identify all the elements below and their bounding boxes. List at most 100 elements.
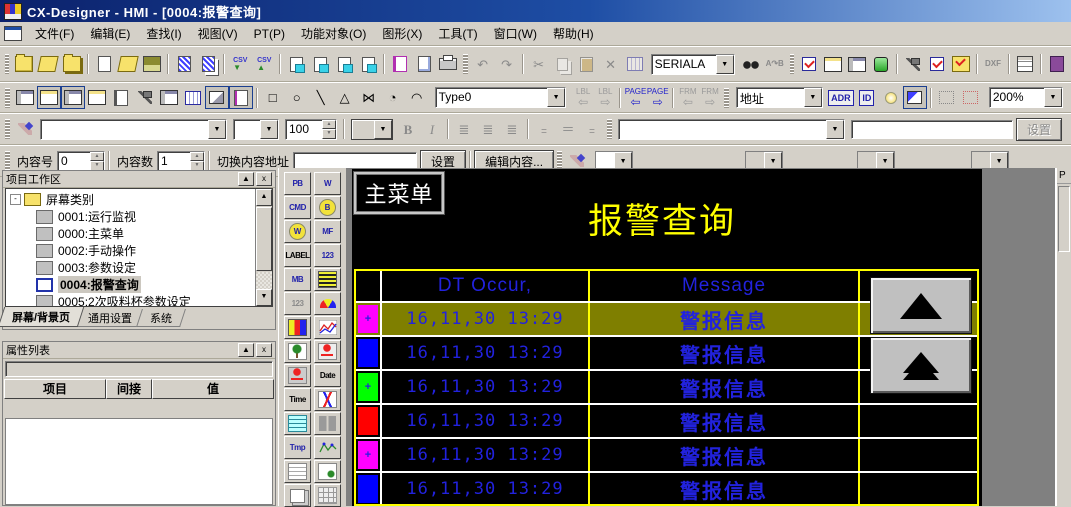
- tree-root-screens[interactable]: - 屏幕类别: [10, 191, 255, 208]
- palette-data-block-table[interactable]: [284, 412, 311, 435]
- alarm-scroll-top-button[interactable]: [870, 337, 972, 394]
- chevron-down-icon[interactable]: ▼: [804, 88, 822, 107]
- print-preview-button[interactable]: [412, 53, 436, 76]
- screen-property-button[interactable]: [172, 53, 196, 76]
- chevron-down-icon[interactable]: ▼: [1044, 88, 1062, 107]
- palette-multifunction[interactable]: MF: [314, 220, 341, 243]
- cascade-button[interactable]: [157, 86, 181, 109]
- property-col-item[interactable]: 项目: [4, 379, 106, 399]
- open-screen-button[interactable]: [116, 53, 140, 76]
- tab-system[interactable]: 系统: [136, 309, 186, 327]
- label-next-button[interactable]: LBL⇨: [594, 88, 616, 108]
- palette-frame[interactable]: [284, 484, 311, 507]
- font-name-combo[interactable]: ▼: [40, 119, 227, 140]
- palette-bit-lamp[interactable]: B: [314, 196, 341, 219]
- draw-arc-button[interactable]: ◠: [405, 86, 429, 109]
- toggle-object-edit-button[interactable]: [229, 86, 253, 109]
- symbol-set-combo[interactable]: SERIALA ▼: [651, 54, 735, 75]
- select-points-button[interactable]: [959, 86, 983, 109]
- csv-export-button[interactable]: CSV▼: [228, 53, 252, 76]
- main-menu-screen-button[interactable]: 主菜单: [354, 172, 444, 214]
- palette-level-meter[interactable]: [284, 316, 311, 339]
- print-button[interactable]: [436, 53, 460, 76]
- page-prev-button[interactable]: PAGE⇦: [624, 88, 646, 108]
- italic-button[interactable]: I: [420, 118, 444, 141]
- alarm-scroll-up-button[interactable]: [870, 277, 972, 334]
- simulator-button[interactable]: [821, 53, 845, 76]
- draw-line-button[interactable]: ╲: [309, 86, 333, 109]
- close-panel-button[interactable]: x: [256, 343, 272, 357]
- font-style-combo[interactable]: ▼: [233, 119, 279, 140]
- pt-option-check-button[interactable]: [797, 53, 821, 76]
- tree-item-screen-0001[interactable]: 0001:运行监视: [10, 208, 255, 225]
- label-prev-button[interactable]: LBL⇦: [572, 88, 594, 108]
- label-edit-input[interactable]: [851, 120, 1013, 139]
- palette-on-off-button[interactable]: PB: [284, 172, 311, 195]
- label-text-combo[interactable]: ▼: [618, 119, 845, 140]
- scrollbar-thumb[interactable]: [256, 207, 272, 271]
- dxf-import-button[interactable]: DXF: [981, 53, 1005, 76]
- toolbar-grip[interactable]: [607, 119, 612, 139]
- window-layout-button[interactable]: [13, 86, 37, 109]
- palette-consumable-display[interactable]: [314, 436, 341, 459]
- palette-word-lamp[interactable]: W: [284, 220, 311, 243]
- menu-tools[interactable]: 工具(T): [431, 22, 484, 45]
- toggle-library-button[interactable]: [109, 86, 133, 109]
- bold-button[interactable]: B: [396, 118, 420, 141]
- toolbar-grip[interactable]: [5, 119, 10, 139]
- save-screen-button[interactable]: [140, 53, 164, 76]
- validate-project-button[interactable]: [949, 53, 973, 76]
- select-area-button[interactable]: [935, 86, 959, 109]
- toggle-address-tool-button[interactable]: [133, 86, 157, 109]
- tree-scrollbar[interactable]: ▲ ▼: [255, 189, 272, 306]
- chevron-down-icon[interactable]: ▼: [547, 88, 565, 107]
- toggle-edit-mode-button[interactable]: [205, 86, 229, 109]
- palette-alarm-display[interactable]: [314, 340, 341, 363]
- palette-date[interactable]: Date: [314, 364, 341, 387]
- palette-list[interactable]: [314, 268, 341, 291]
- text-color-split-button[interactable]: ▼: [351, 119, 393, 140]
- transfer-from-pt-button[interactable]: [308, 53, 332, 76]
- background-page-button[interactable]: [196, 53, 220, 76]
- frame-next-button[interactable]: FRM⇨: [699, 88, 721, 108]
- open-project-button[interactable]: [36, 53, 60, 76]
- chevron-down-icon[interactable]: ▼: [260, 120, 278, 139]
- tree-item-screen-0005[interactable]: 0005:2次吸料杯参数设定: [10, 293, 255, 306]
- right-panel-strip[interactable]: [1058, 186, 1070, 252]
- copy-button[interactable]: [551, 53, 575, 76]
- align-right-button[interactable]: ≣: [500, 118, 524, 141]
- delete-button[interactable]: ✕: [599, 53, 623, 76]
- editor-canvas[interactable]: 主菜单 报警查询 DT Occur, Message + 16,11,30 13…: [347, 168, 1071, 506]
- transfer-program-button[interactable]: [356, 53, 380, 76]
- tree-item-screen-0000[interactable]: 0000:主菜单: [10, 225, 255, 242]
- draw-ellipse-button[interactable]: ○: [285, 86, 309, 109]
- symbol-grid-button[interactable]: [623, 53, 647, 76]
- address-mode-combo[interactable]: 地址 ▼: [736, 87, 823, 108]
- palette-string-display[interactable]: MB: [284, 268, 311, 291]
- menu-view[interactable]: 视图(V): [191, 22, 245, 45]
- test-button[interactable]: [925, 53, 949, 76]
- child-window-icon[interactable]: [4, 26, 22, 41]
- palette-numeral-display[interactable]: 123: [314, 244, 341, 267]
- toggle-property-list-button[interactable]: [61, 86, 85, 109]
- palette-bitmap[interactable]: [284, 340, 311, 363]
- tab-common-settings[interactable]: 通用设置: [74, 309, 146, 327]
- valign-middle-button[interactable]: ＝: [556, 118, 580, 141]
- menu-window[interactable]: 窗口(W): [487, 22, 544, 45]
- menu-edit[interactable]: 编辑(E): [83, 22, 137, 45]
- menu-functional-objects[interactable]: 功能对象(O): [294, 22, 373, 45]
- show-address-button[interactable]: ADR: [827, 86, 855, 109]
- close-panel-button[interactable]: x: [256, 172, 272, 186]
- tree-item-screen-0002[interactable]: 0002:手动操作: [10, 242, 255, 259]
- palette-alarm-history[interactable]: [284, 364, 311, 387]
- property-col-indirect[interactable]: 间接: [106, 379, 152, 399]
- chevron-down-icon[interactable]: ▼: [826, 120, 844, 139]
- format-brush-button[interactable]: [13, 118, 37, 141]
- build-button[interactable]: [901, 53, 925, 76]
- draw-sector-button[interactable]: ◔: [381, 86, 405, 109]
- palette-thumbwheel[interactable]: 123: [284, 292, 311, 315]
- undo-button[interactable]: ↶: [471, 53, 495, 76]
- chevron-down-icon[interactable]: ▼: [716, 55, 734, 74]
- toolbar-grip[interactable]: [790, 54, 794, 74]
- tab-screen-background[interactable]: 屏幕/背景页: [0, 307, 84, 327]
